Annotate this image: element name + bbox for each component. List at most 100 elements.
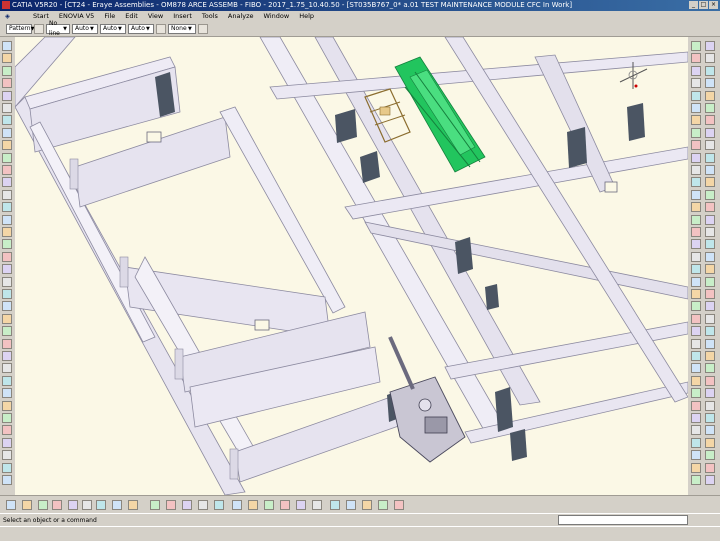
right-toolbar-tool-icon[interactable]	[691, 41, 701, 51]
right-toolbar-tool-icon[interactable]	[691, 189, 701, 200]
bottom-toolbar-view-icon[interactable]	[82, 500, 92, 510]
left-toolbar-tool-icon[interactable]	[2, 388, 12, 399]
left-toolbar-tool-icon[interactable]	[2, 276, 12, 287]
render-select[interactable]: None ▼	[168, 24, 196, 34]
left-toolbar-tool-icon[interactable]	[2, 227, 12, 237]
right-toolbar-tool-icon[interactable]	[691, 214, 701, 225]
catia-menu-logo-icon[interactable]: ◈	[0, 11, 28, 22]
right-toolbar-tool-icon[interactable]	[705, 53, 715, 64]
right-toolbar-tool-icon[interactable]	[691, 53, 701, 64]
left-toolbar-tool-icon[interactable]	[2, 425, 12, 436]
left-toolbar-tool-icon[interactable]	[2, 413, 12, 423]
left-toolbar-tool-icon[interactable]	[2, 450, 12, 461]
right-toolbar-tool-icon[interactable]	[705, 326, 715, 337]
bottom-toolbar-view-icon[interactable]	[166, 500, 176, 510]
bottom-toolbar-view-icon[interactable]	[232, 500, 242, 510]
left-toolbar-tool-icon[interactable]	[2, 165, 12, 175]
right-toolbar-tool-icon[interactable]	[691, 202, 701, 213]
right-toolbar-tool-icon[interactable]	[691, 475, 701, 485]
bottom-toolbar-view-icon[interactable]	[112, 500, 122, 510]
fill-icon[interactable]	[34, 24, 44, 34]
bottom-toolbar-view-icon[interactable]	[6, 500, 16, 510]
bottom-toolbar-view-icon[interactable]	[296, 500, 306, 510]
bottom-toolbar-view-icon[interactable]	[280, 500, 290, 510]
left-toolbar-tool-icon[interactable]	[2, 338, 12, 349]
right-toolbar-tool-icon[interactable]	[691, 425, 701, 436]
paint-icon[interactable]	[156, 24, 166, 34]
right-toolbar-tool-icon[interactable]	[705, 189, 715, 200]
bottom-toolbar-view-icon[interactable]	[182, 500, 192, 510]
left-toolbar-tool-icon[interactable]	[2, 363, 12, 374]
left-toolbar-tool-icon[interactable]	[2, 115, 12, 126]
right-toolbar-tool-icon[interactable]	[705, 115, 715, 126]
pattern-select[interactable]: Pattern ▼	[6, 24, 34, 34]
bottom-toolbar-view-icon[interactable]	[378, 500, 388, 510]
left-toolbar-tool-icon[interactable]	[2, 437, 12, 448]
brush-icon[interactable]	[198, 24, 208, 34]
right-toolbar-tool-icon[interactable]	[691, 289, 701, 299]
right-toolbar-tool-icon[interactable]	[705, 475, 715, 485]
left-toolbar-tool-icon[interactable]	[2, 152, 12, 163]
right-toolbar-tool-icon[interactable]	[691, 264, 701, 275]
right-toolbar-tool-icon[interactable]	[705, 338, 715, 349]
right-toolbar-tool-icon[interactable]	[705, 301, 715, 312]
bottom-toolbar-view-icon[interactable]	[68, 500, 78, 510]
left-toolbar-tool-icon[interactable]	[2, 375, 12, 386]
menu-view[interactable]: View	[143, 11, 168, 22]
bottom-toolbar-view-icon[interactable]	[52, 500, 62, 510]
right-toolbar-tool-icon[interactable]	[705, 425, 715, 436]
left-toolbar-tool-icon[interactable]	[2, 462, 12, 473]
bottom-toolbar-view-icon[interactable]	[198, 500, 208, 510]
right-toolbar-tool-icon[interactable]	[691, 103, 701, 113]
right-toolbar-tool-icon[interactable]	[691, 78, 701, 89]
left-toolbar-tool-icon[interactable]	[2, 400, 12, 411]
bottom-toolbar-view-icon[interactable]	[330, 500, 340, 510]
right-toolbar-tool-icon[interactable]	[705, 313, 715, 324]
right-toolbar-tool-icon[interactable]	[705, 351, 715, 361]
left-toolbar-tool-icon[interactable]	[2, 264, 12, 275]
right-toolbar-tool-icon[interactable]	[705, 462, 715, 473]
close-button[interactable]: ×	[709, 1, 718, 9]
right-toolbar-tool-icon[interactable]	[705, 289, 715, 299]
left-toolbar-tool-icon[interactable]	[2, 65, 12, 76]
right-toolbar-tool-icon[interactable]	[705, 227, 715, 237]
right-toolbar-tool-icon[interactable]	[691, 413, 701, 423]
right-toolbar-tool-icon[interactable]	[705, 165, 715, 175]
right-toolbar-tool-icon[interactable]	[705, 400, 715, 411]
right-toolbar-tool-icon[interactable]	[691, 301, 701, 312]
right-toolbar-tool-icon[interactable]	[705, 388, 715, 399]
left-toolbar-tool-icon[interactable]	[2, 301, 12, 312]
left-toolbar-tool-icon[interactable]	[2, 103, 12, 113]
right-toolbar-tool-icon[interactable]	[691, 65, 701, 76]
left-toolbar-tool-icon[interactable]	[2, 351, 12, 361]
right-toolbar-tool-icon[interactable]	[691, 140, 701, 151]
right-toolbar-tool-icon[interactable]	[691, 462, 701, 473]
right-toolbar-tool-icon[interactable]	[691, 375, 701, 386]
right-toolbar-tool-icon[interactable]	[705, 251, 715, 262]
menu-file[interactable]: File	[99, 11, 120, 22]
right-toolbar-tool-icon[interactable]	[691, 227, 701, 237]
right-toolbar-tool-icon[interactable]	[705, 140, 715, 151]
left-toolbar-tool-icon[interactable]	[2, 90, 12, 101]
right-toolbar-tool-icon[interactable]	[705, 202, 715, 213]
3d-viewport[interactable]	[15, 37, 688, 495]
left-toolbar-tool-icon[interactable]	[2, 127, 12, 138]
menu-window[interactable]: Window	[259, 11, 295, 22]
layer-select[interactable]: Auto ▼	[128, 24, 154, 34]
right-toolbar-tool-icon[interactable]	[691, 177, 701, 188]
command-input[interactable]	[558, 515, 688, 525]
right-toolbar-tool-icon[interactable]	[691, 90, 701, 101]
right-toolbar-tool-icon[interactable]	[691, 239, 701, 250]
right-toolbar-tool-icon[interactable]	[705, 214, 715, 225]
left-toolbar-tool-icon[interactable]	[2, 214, 12, 225]
right-toolbar-tool-icon[interactable]	[705, 437, 715, 448]
right-toolbar-tool-icon[interactable]	[705, 90, 715, 101]
left-toolbar-tool-icon[interactable]	[2, 289, 12, 299]
maximize-button[interactable]: □	[699, 1, 708, 9]
menu-edit[interactable]: Edit	[120, 11, 143, 22]
right-toolbar-tool-icon[interactable]	[705, 177, 715, 188]
bottom-toolbar-view-icon[interactable]	[362, 500, 372, 510]
right-toolbar-tool-icon[interactable]	[705, 41, 715, 51]
right-toolbar-tool-icon[interactable]	[705, 239, 715, 250]
left-toolbar-tool-icon[interactable]	[2, 189, 12, 200]
